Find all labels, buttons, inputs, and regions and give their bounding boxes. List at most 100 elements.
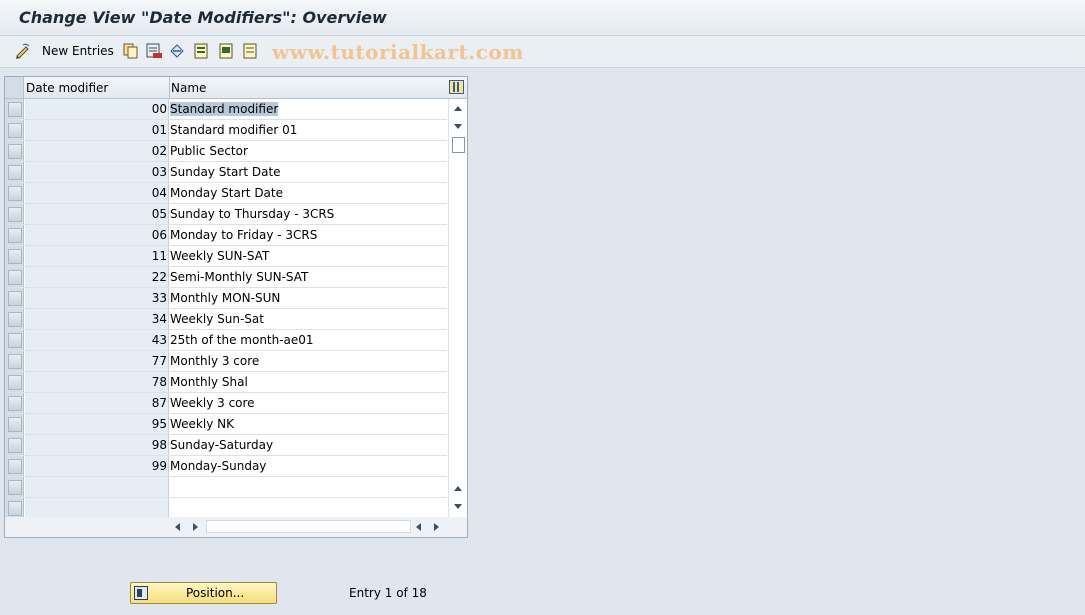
table-row[interactable]: 02 Public Sector	[5, 141, 447, 162]
new-entries-button[interactable]: New Entries	[42, 44, 114, 58]
table-row[interactable]: 43 25th of the month-ae01	[5, 330, 447, 351]
row-selector[interactable]	[5, 351, 24, 371]
name-cell[interactable]: Monthly MON-SUN	[170, 288, 447, 308]
delete-icon[interactable]	[145, 42, 163, 60]
table-row[interactable]: 98 Sunday-Saturday	[5, 435, 447, 456]
position-button[interactable]: Position...	[130, 582, 277, 604]
date-modifier-cell: 01	[25, 120, 169, 140]
name-cell[interactable]: Sunday-Saturday	[170, 435, 447, 455]
name-cell[interactable]: Sunday Start Date	[170, 162, 447, 182]
deselect-all-icon[interactable]	[242, 42, 260, 60]
scroll-thumb[interactable]	[452, 137, 465, 153]
name-cell[interactable]: Standard modifier	[170, 99, 447, 119]
row-selector[interactable]	[5, 456, 24, 476]
table-row[interactable]: 05 Sunday to Thursday - 3CRS	[5, 204, 447, 225]
name-cell[interactable]	[170, 498, 447, 518]
name-cell[interactable]	[170, 477, 447, 497]
row-selector[interactable]	[5, 120, 24, 140]
row-selector[interactable]	[5, 309, 24, 329]
date-modifier-cell: 05	[25, 204, 169, 224]
row-selector[interactable]	[5, 204, 24, 224]
table-row[interactable]: 03 Sunday Start Date	[5, 162, 447, 183]
column-header-date-modifier[interactable]: Date modifier	[26, 81, 108, 95]
table-row[interactable]: 87 Weekly 3 core	[5, 393, 447, 414]
page-down-icon[interactable]	[454, 504, 462, 509]
name-text: 25th of the month-ae01	[170, 333, 314, 347]
select-block-icon[interactable]	[218, 42, 236, 60]
row-selector[interactable]	[5, 141, 24, 161]
name-cell[interactable]: Monthly 3 core	[170, 351, 447, 371]
table-row[interactable]: 04 Monday Start Date	[5, 183, 447, 204]
table-row[interactable]: 99 Monday-Sunday	[5, 456, 447, 477]
select-all-rows-corner[interactable]	[5, 77, 24, 98]
scroll-down-icon[interactable]	[454, 124, 462, 129]
table-row[interactable]: 33 Monthly MON-SUN	[5, 288, 447, 309]
undo-icon[interactable]	[168, 42, 186, 60]
row-selector[interactable]	[5, 183, 24, 203]
scroll-left-end-icon[interactable]	[416, 523, 421, 531]
column-header-name[interactable]: Name	[171, 81, 206, 95]
page-up-icon[interactable]	[454, 486, 462, 491]
date-modifier-cell: 78	[25, 372, 169, 392]
table-row[interactable]: 06 Monday to Friday - 3CRS	[5, 225, 447, 246]
table-row[interactable]: 22 Semi-Monthly SUN-SAT	[5, 267, 447, 288]
select-all-icon[interactable]	[193, 42, 211, 60]
name-cell[interactable]: Weekly SUN-SAT	[170, 246, 447, 266]
row-selector[interactable]	[5, 393, 24, 413]
vertical-scrollbar[interactable]	[448, 99, 467, 517]
scroll-right-end-icon[interactable]	[434, 523, 439, 531]
scroll-up-icon[interactable]	[454, 106, 462, 111]
row-selector[interactable]	[5, 99, 24, 119]
row-selector[interactable]	[5, 372, 24, 392]
position-button-label: Position...	[186, 586, 245, 600]
name-cell[interactable]: Monday-Sunday	[170, 456, 447, 476]
name-cell[interactable]: Monthly Shal	[170, 372, 447, 392]
edit-pencil-icon[interactable]	[14, 42, 32, 60]
row-selector[interactable]	[5, 414, 24, 434]
horizontal-scroll-track[interactable]	[206, 520, 411, 533]
row-selector[interactable]	[5, 162, 24, 182]
page-title: Change View "Date Modifiers": Overview	[19, 8, 387, 27]
table-row[interactable]: 00 Standard modifier	[5, 99, 447, 120]
row-selector[interactable]	[5, 498, 24, 518]
row-selector[interactable]	[5, 225, 24, 245]
name-cell[interactable]: Public Sector	[170, 141, 447, 161]
scroll-left-icon[interactable]	[175, 523, 180, 531]
horizontal-scrollbar[interactable]	[5, 517, 467, 537]
name-cell[interactable]: Sunday to Thursday - 3CRS	[170, 204, 447, 224]
row-selector[interactable]	[5, 246, 24, 266]
name-text: Weekly 3 core	[170, 396, 255, 410]
table-settings-icon[interactable]	[449, 80, 464, 94]
row-selector[interactable]	[5, 435, 24, 455]
name-text: Sunday to Thursday - 3CRS	[170, 207, 335, 221]
position-icon	[134, 586, 148, 600]
table-row[interactable]: 01 Standard modifier 01	[5, 120, 447, 141]
name-cell[interactable]: Monday Start Date	[170, 183, 447, 203]
copy-icon[interactable]	[122, 42, 140, 60]
row-selector[interactable]	[5, 330, 24, 350]
name-cell[interactable]: 25th of the month-ae01	[170, 330, 447, 350]
date-modifier-cell: 33	[25, 288, 169, 308]
row-selector[interactable]	[5, 477, 24, 497]
empty-table-row[interactable]	[5, 477, 447, 498]
date-modifier-cell: 99	[25, 456, 169, 476]
table-row[interactable]: 11 Weekly SUN-SAT	[5, 246, 447, 267]
name-cell[interactable]: Standard modifier 01	[170, 120, 447, 140]
name-cell[interactable]: Weekly 3 core	[170, 393, 447, 413]
table-row[interactable]: 34 Weekly Sun-Sat	[5, 309, 447, 330]
row-selector[interactable]	[5, 288, 24, 308]
name-cell[interactable]: Semi-Monthly SUN-SAT	[170, 267, 447, 287]
column-separator[interactable]	[169, 77, 170, 98]
scroll-right-icon[interactable]	[193, 523, 198, 531]
application-toolbar: New Entries www.tutorialkart.com	[0, 36, 1085, 68]
name-text: Monthly MON-SUN	[170, 291, 281, 305]
empty-table-row[interactable]	[5, 498, 447, 519]
date-modifier-cell: 98	[25, 435, 169, 455]
name-cell[interactable]: Weekly Sun-Sat	[170, 309, 447, 329]
row-selector[interactable]	[5, 267, 24, 287]
table-row[interactable]: 95 Weekly NK	[5, 414, 447, 435]
table-row[interactable]: 77 Monthly 3 core	[5, 351, 447, 372]
name-cell[interactable]: Monday to Friday - 3CRS	[170, 225, 447, 245]
name-cell[interactable]: Weekly NK	[170, 414, 447, 434]
table-row[interactable]: 78 Monthly Shal	[5, 372, 447, 393]
